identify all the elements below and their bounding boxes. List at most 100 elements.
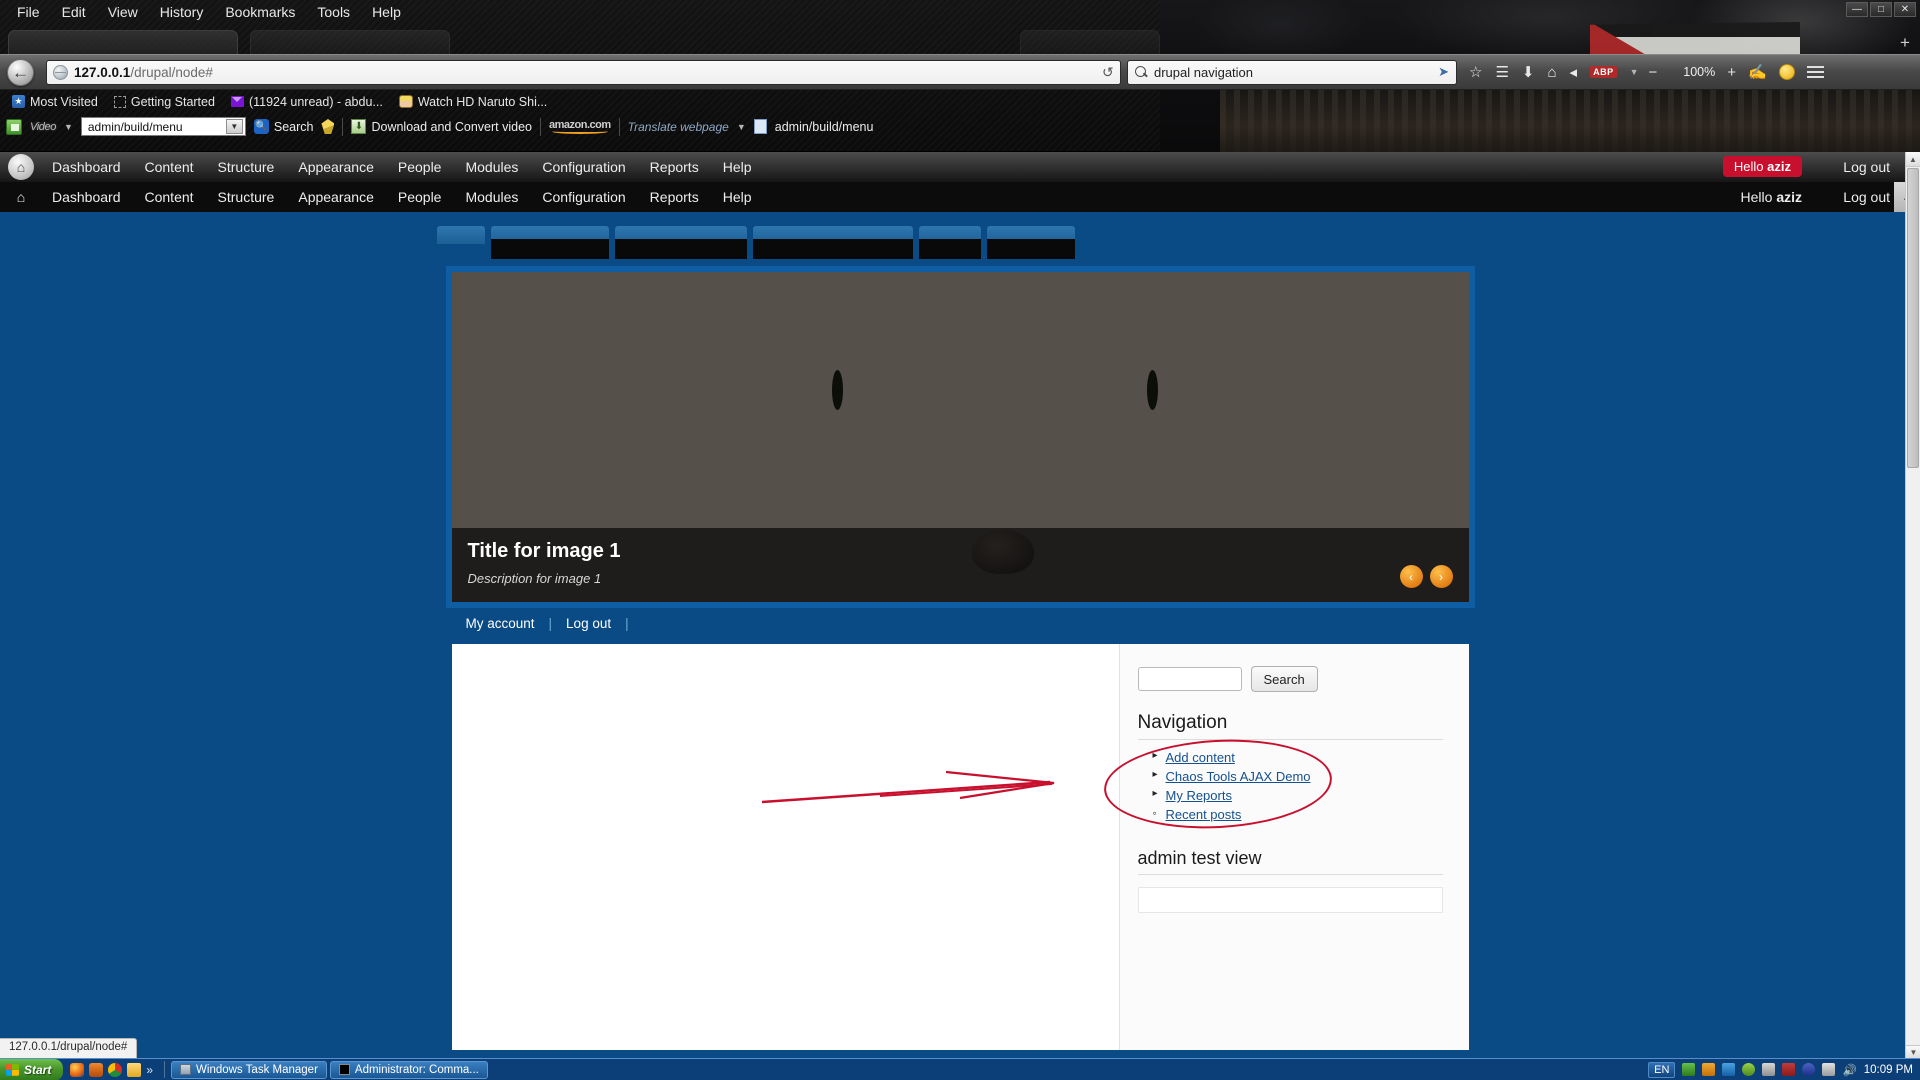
- amazon-extension-label[interactable]: amazon.com: [549, 119, 611, 134]
- language-indicator[interactable]: EN: [1648, 1061, 1676, 1078]
- download-arrow-icon[interactable]: ⬇: [1522, 63, 1535, 81]
- drupal-shortcut-strip[interactable]: [437, 226, 1457, 259]
- zoom-in-icon[interactable]: +: [1727, 64, 1736, 81]
- secondary-menu-log-out[interactable]: Log out: [552, 616, 625, 631]
- chevron-down-icon[interactable]: ▼: [64, 122, 73, 132]
- chrome-icon[interactable]: [108, 1062, 123, 1077]
- tab-strip[interactable]: +: [0, 24, 1920, 54]
- search-bar[interactable]: drupal navigation ➤: [1127, 59, 1457, 85]
- tray-icon-e[interactable]: [1762, 1063, 1776, 1076]
- logout-link-secondary[interactable]: Log out: [1843, 189, 1890, 205]
- browser-tab-1[interactable]: [8, 30, 238, 54]
- highlighter-pen-icon[interactable]: [321, 119, 335, 134]
- menu-item-help[interactable]: Help: [361, 1, 412, 23]
- extension-search-button[interactable]: 🔍 Search: [253, 119, 313, 134]
- home-icon[interactable]: ⌂: [1547, 64, 1556, 81]
- drupal-tab2-people[interactable]: People: [386, 183, 454, 211]
- drupal-tab2-appearance[interactable]: Appearance: [286, 183, 386, 211]
- menu-item-tools[interactable]: Tools: [306, 1, 361, 23]
- taskbar-item-task-manager[interactable]: Windows Task Manager: [171, 1060, 327, 1079]
- shortcut-tab-1[interactable]: [437, 226, 485, 244]
- search-input[interactable]: [1137, 667, 1242, 691]
- adblock-plus-icon[interactable]: ABP: [1590, 66, 1617, 78]
- drupal-tab2-configuration[interactable]: Configuration: [530, 183, 637, 211]
- menu-item-history[interactable]: History: [149, 1, 215, 23]
- maximize-button[interactable]: □: [1870, 2, 1892, 17]
- drupal-tab-content[interactable]: Content: [133, 153, 206, 181]
- drupal-tab2-dashboard[interactable]: Dashboard: [40, 183, 133, 211]
- drupal-tab-reports[interactable]: Reports: [638, 153, 711, 181]
- tray-icon-h[interactable]: [1822, 1063, 1836, 1076]
- video-extension-icon[interactable]: [6, 118, 22, 135]
- reader-list-icon[interactable]: ☰: [1495, 63, 1508, 81]
- nav-link-my-reports[interactable]: My Reports: [1166, 788, 1232, 803]
- minimize-button[interactable]: —: [1846, 2, 1868, 17]
- close-button[interactable]: ✕: [1894, 2, 1916, 17]
- quick-launch-chevron-icon[interactable]: »: [146, 1063, 153, 1077]
- list-item[interactable]: Chaos Tools AJAX Demo: [1153, 769, 1443, 784]
- browser-tab-3[interactable]: [1020, 30, 1160, 54]
- volume-icon[interactable]: 🔊: [1842, 1063, 1856, 1077]
- extension-download-button[interactable]: ⬇ Download and Convert video: [351, 119, 532, 134]
- menu-item-edit[interactable]: Edit: [51, 1, 97, 23]
- browser-menu-bar[interactable]: File Edit View History Bookmarks Tools H…: [0, 0, 1920, 24]
- bookmark-star-icon[interactable]: ☆: [1469, 63, 1482, 81]
- menu-hamburger-icon[interactable]: [1806, 66, 1824, 78]
- drupal-home-icon[interactable]: ⌂: [8, 154, 34, 180]
- send-tab-icon[interactable]: ◂: [1570, 63, 1578, 81]
- search-go-icon[interactable]: ➤: [1438, 64, 1449, 80]
- nav-link-recent-posts[interactable]: Recent posts: [1166, 807, 1242, 822]
- bookmark-unread-mail[interactable]: (11924 unread) - abdu...: [225, 93, 389, 111]
- menu-item-view[interactable]: View: [97, 1, 149, 23]
- url-bar[interactable]: 127.0.0.1/drupal/node# ↻: [46, 59, 1121, 85]
- nav-link-add-content[interactable]: Add content: [1166, 750, 1235, 765]
- taskbar-item-command-prompt[interactable]: Administrator: Comma...: [329, 1060, 488, 1079]
- firefox-account-icon[interactable]: ✍: [1748, 63, 1767, 81]
- search-submit-button[interactable]: Search: [1250, 666, 1318, 692]
- window-controls[interactable]: — □ ✕: [1846, 2, 1916, 17]
- drupal-tab2-content[interactable]: Content: [133, 183, 206, 211]
- feedback-smiley-icon[interactable]: [1778, 64, 1795, 80]
- menu-item-bookmarks[interactable]: Bookmarks: [214, 1, 306, 23]
- start-button[interactable]: Start: [0, 1058, 64, 1080]
- firefox-icon[interactable]: [70, 1062, 85, 1077]
- back-button[interactable]: ←: [7, 58, 34, 86]
- bookmark-most-visited[interactable]: ★ Most Visited: [6, 93, 104, 111]
- tray-icon-b[interactable]: [1702, 1063, 1716, 1076]
- scroll-up-arrow[interactable]: ▲: [1906, 152, 1920, 167]
- drupal-tab-help[interactable]: Help: [711, 153, 764, 181]
- menu-item-file[interactable]: File: [6, 1, 51, 23]
- logout-link-primary[interactable]: Log out: [1843, 159, 1890, 175]
- folder-icon[interactable]: [127, 1062, 142, 1077]
- drupal-tab-configuration[interactable]: Configuration: [530, 153, 637, 181]
- tray-icon-c[interactable]: [1722, 1063, 1736, 1076]
- tray-icon-f[interactable]: [1782, 1063, 1796, 1076]
- slideshow-prev-arrow[interactable]: ‹: [1399, 565, 1423, 588]
- scrollbar-thumb[interactable]: [1907, 168, 1919, 468]
- bookmark-getting-started[interactable]: Getting Started: [108, 93, 221, 111]
- drupal-tab2-reports[interactable]: Reports: [638, 183, 711, 211]
- secondary-menu-my-account[interactable]: My account: [452, 616, 549, 631]
- chevron-down-icon[interactable]: ▼: [737, 122, 746, 132]
- tray-icon-a[interactable]: [1682, 1063, 1696, 1076]
- list-item[interactable]: Recent posts: [1153, 806, 1443, 822]
- slideshow-next-arrow[interactable]: ›: [1429, 565, 1453, 588]
- extension-address-select[interactable]: admin/build/menu ▼: [80, 117, 246, 136]
- zoom-out-icon[interactable]: −: [1649, 64, 1658, 81]
- drupal-tab-modules[interactable]: Modules: [453, 153, 530, 181]
- browser-tab-2[interactable]: [250, 30, 450, 54]
- translate-webpage-label[interactable]: Translate webpage: [628, 120, 729, 134]
- bookmark-watch-naruto[interactable]: Watch HD Naruto Shi...: [393, 93, 553, 111]
- list-item[interactable]: My Reports: [1153, 788, 1443, 803]
- drupal-tab-people[interactable]: People: [386, 153, 454, 181]
- taskbar-clock[interactable]: 10:09 PM: [1864, 1064, 1913, 1076]
- drupal-tab-appearance[interactable]: Appearance: [286, 153, 386, 181]
- drupal-tab-structure[interactable]: Structure: [206, 153, 287, 181]
- list-item[interactable]: Add content: [1153, 750, 1443, 765]
- drupal-tab-dashboard[interactable]: Dashboard: [40, 153, 133, 181]
- drupal-tab2-modules[interactable]: Modules: [453, 183, 530, 211]
- hero-slideshow[interactable]: Title for image 1 Description for image …: [451, 272, 1469, 602]
- chevron-down-icon[interactable]: ▼: [225, 119, 243, 134]
- drupal-home-icon[interactable]: ⌂: [8, 184, 34, 210]
- hello-user-badge[interactable]: Hello aziz: [1722, 156, 1802, 177]
